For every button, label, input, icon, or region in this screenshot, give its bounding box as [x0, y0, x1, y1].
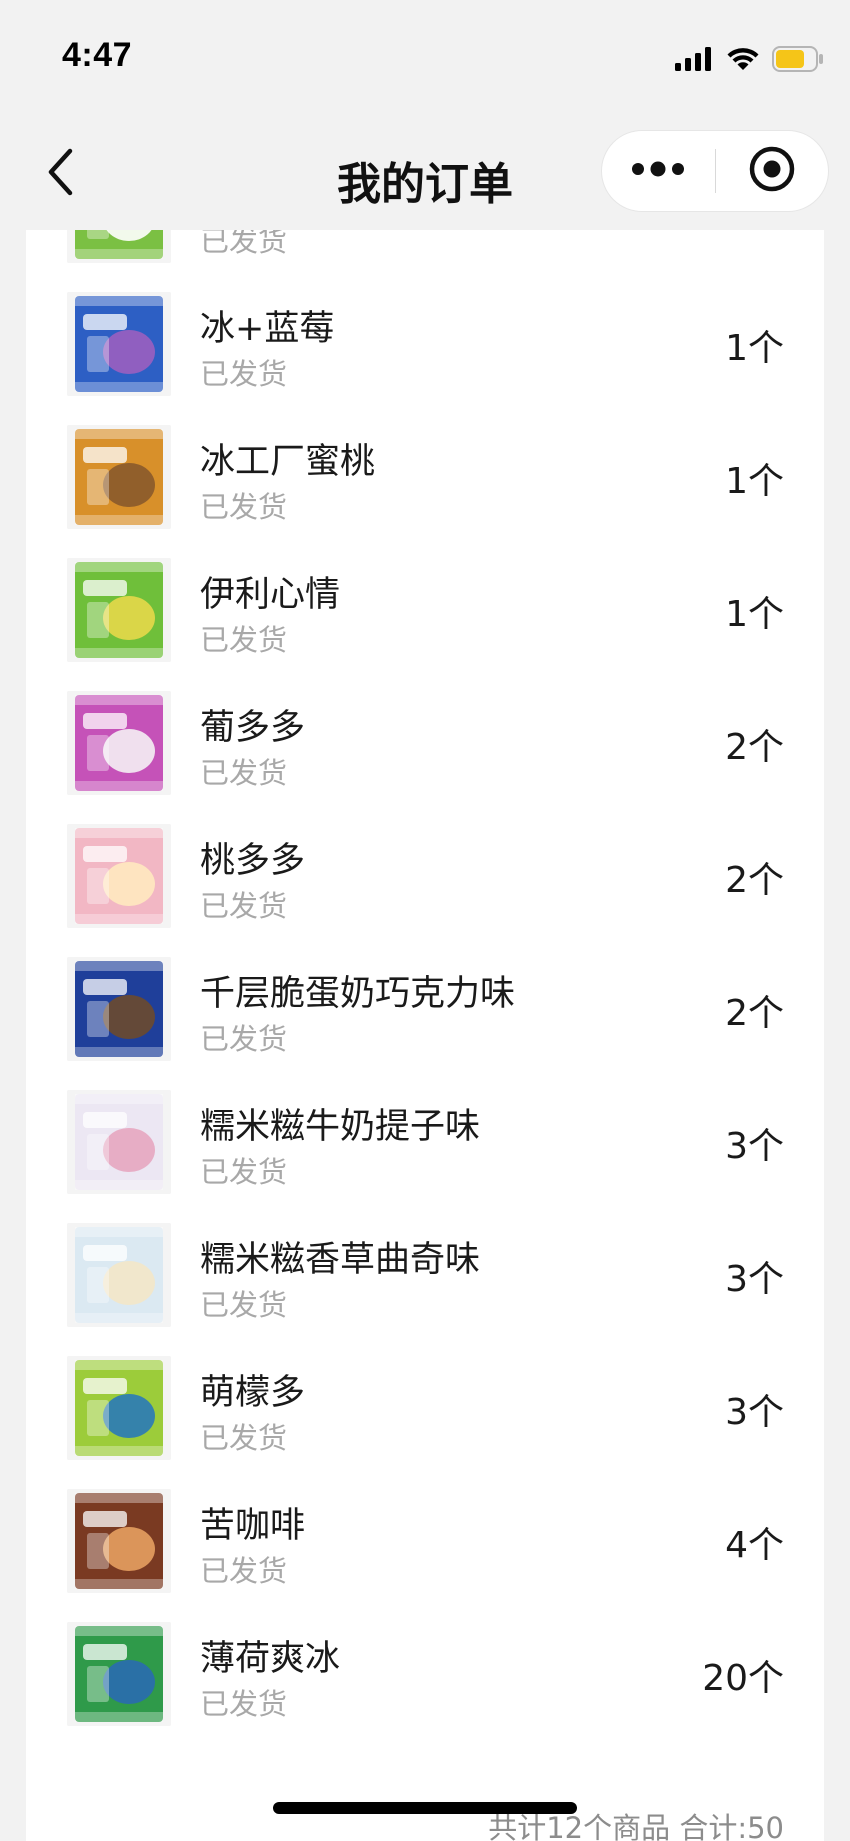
shipping-status: 已发货: [200, 623, 288, 657]
order-item[interactable]: 冰工厂蜜桃已发货 1个: [26, 399, 824, 532]
product-thumbnail: [67, 1090, 171, 1194]
product-thumbnail: [67, 824, 171, 928]
status-time: 4:47: [62, 36, 133, 74]
order-card: 绿色之恋已发货1盒冰+蓝莓已发货1个冰工厂蜜桃已发货1个伊利心情已发货1个葡多多…: [26, 230, 824, 1841]
status-bar: 4:47: [0, 0, 850, 118]
product-quantity: 1个: [725, 461, 784, 502]
shipping-status: 已发货: [200, 1421, 288, 1455]
product-thumbnail: [67, 558, 171, 662]
order-item[interactable]: 伊利心情已发货 1个: [26, 532, 824, 665]
product-quantity: 3个: [725, 1259, 784, 1300]
product-thumbnail: [67, 1356, 171, 1460]
product-quantity: 1盒: [725, 230, 784, 238]
shipping-status: 已发货: [200, 756, 288, 790]
more-button[interactable]: [602, 131, 715, 211]
more-dots-icon: [630, 161, 686, 181]
status-icons: [674, 46, 824, 76]
product-name: 糯米糍香草曲奇味: [200, 1240, 481, 1280]
order-item[interactable]: 薄荷爽冰已发货 20个: [26, 1596, 824, 1729]
product-name: 葡多多: [200, 708, 306, 748]
order-item[interactable]: 桃多多已发货 2个: [26, 798, 824, 931]
shipping-status: 已发货: [200, 230, 288, 258]
product-thumbnail: [67, 425, 171, 529]
shipping-status: 已发货: [200, 490, 288, 524]
product-quantity: 2个: [725, 993, 784, 1034]
product-quantity: 3个: [725, 1126, 784, 1167]
shipping-status: 已发货: [200, 357, 288, 391]
product-thumbnail: [67, 691, 171, 795]
order-item[interactable]: 萌檬多已发货 3个: [26, 1330, 824, 1463]
navigation-bar: 我的订单: [0, 118, 850, 230]
product-name: 伊利心情: [200, 575, 341, 615]
order-item[interactable]: 冰+蓝莓已发货 1个: [26, 266, 824, 399]
product-name: 萌檬多: [200, 1373, 306, 1413]
shipping-status: 已发货: [200, 1022, 288, 1056]
product-quantity: 20个: [702, 1658, 784, 1699]
order-item[interactable]: 苦咖啡已发货 4个: [26, 1463, 824, 1596]
target-close-icon: [748, 145, 796, 197]
product-name: 桃多多: [200, 841, 306, 881]
product-quantity: 2个: [725, 860, 784, 901]
product-name: 冰+蓝莓: [200, 309, 335, 349]
product-name: 千层脆蛋奶巧克力味: [200, 974, 516, 1014]
product-name: 冰工厂蜜桃: [200, 442, 376, 482]
product-thumbnail: [67, 1622, 171, 1726]
order-item[interactable]: 糯米糍香草曲奇味已发货 3个: [26, 1197, 824, 1330]
product-thumbnail: [67, 957, 171, 1061]
home-indicator[interactable]: [273, 1802, 577, 1814]
product-quantity: 1个: [725, 594, 784, 635]
close-miniprogram-button[interactable]: [716, 131, 829, 211]
product-quantity: 3个: [725, 1392, 784, 1433]
order-item[interactable]: 绿色之恋已发货1盒: [26, 230, 824, 266]
shipping-status: 已发货: [200, 1687, 288, 1721]
shipping-status: 已发货: [200, 1155, 288, 1189]
shipping-status: 已发货: [200, 1554, 288, 1588]
menu-capsule: [601, 130, 829, 212]
shipping-status: 已发货: [200, 889, 288, 923]
product-quantity: 4个: [725, 1525, 784, 1566]
order-item[interactable]: 葡多多已发货 2个: [26, 665, 824, 798]
cellular-signal-icon: [674, 47, 714, 75]
product-thumbnail: [67, 230, 171, 263]
product-name: 糯米糍牛奶提子味: [200, 1107, 481, 1147]
shipping-status: 已发货: [200, 1288, 288, 1322]
product-quantity: 1个: [725, 328, 784, 369]
order-item[interactable]: 糯米糍牛奶提子味已发货 3个: [26, 1064, 824, 1197]
battery-icon: [772, 46, 824, 76]
product-thumbnail: [67, 292, 171, 396]
product-thumbnail: [67, 1489, 171, 1593]
product-name: 薄荷爽冰: [200, 1639, 341, 1679]
wifi-icon: [726, 46, 760, 76]
product-quantity: 2个: [725, 727, 784, 768]
product-thumbnail: [67, 1223, 171, 1327]
order-list: 绿色之恋已发货1盒冰+蓝莓已发货1个冰工厂蜜桃已发货1个伊利心情已发货1个葡多多…: [26, 230, 824, 1729]
order-item[interactable]: 千层脆蛋奶巧克力味已发货 2个: [26, 931, 824, 1064]
product-name: 苦咖啡: [200, 1506, 306, 1546]
